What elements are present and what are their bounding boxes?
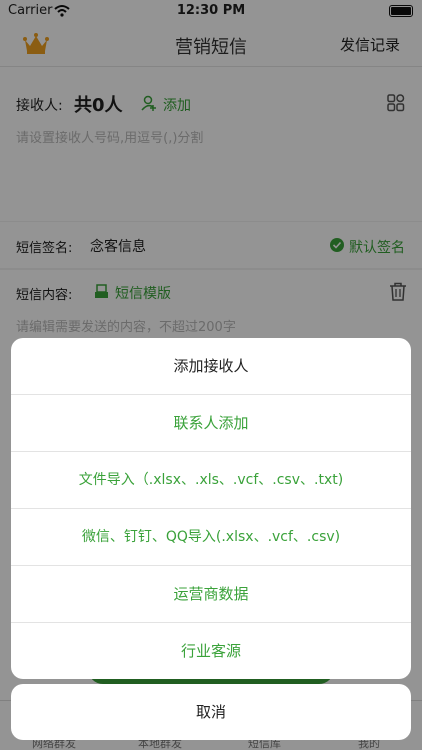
action-sheet-title: 添加接收人 (11, 338, 411, 395)
cancel-sheet: 取消 (11, 684, 411, 740)
option-contacts[interactable]: 联系人添加 (11, 395, 411, 452)
option-carrier-data[interactable]: 运营商数据 (11, 566, 411, 623)
option-industry-leads[interactable]: 行业客源 (11, 623, 411, 679)
action-sheet: 添加接收人 联系人添加 文件导入（.xlsx、.xls、.vcf、.csv、.t… (11, 338, 411, 679)
option-wechat-dingtalk-qq-import[interactable]: 微信、钉钉、QQ导入(.xlsx、.vcf、.csv) (11, 509, 411, 566)
option-file-import[interactable]: 文件导入（.xlsx、.xls、.vcf、.csv、.txt) (11, 452, 411, 509)
cancel-button[interactable]: 取消 (11, 684, 411, 740)
